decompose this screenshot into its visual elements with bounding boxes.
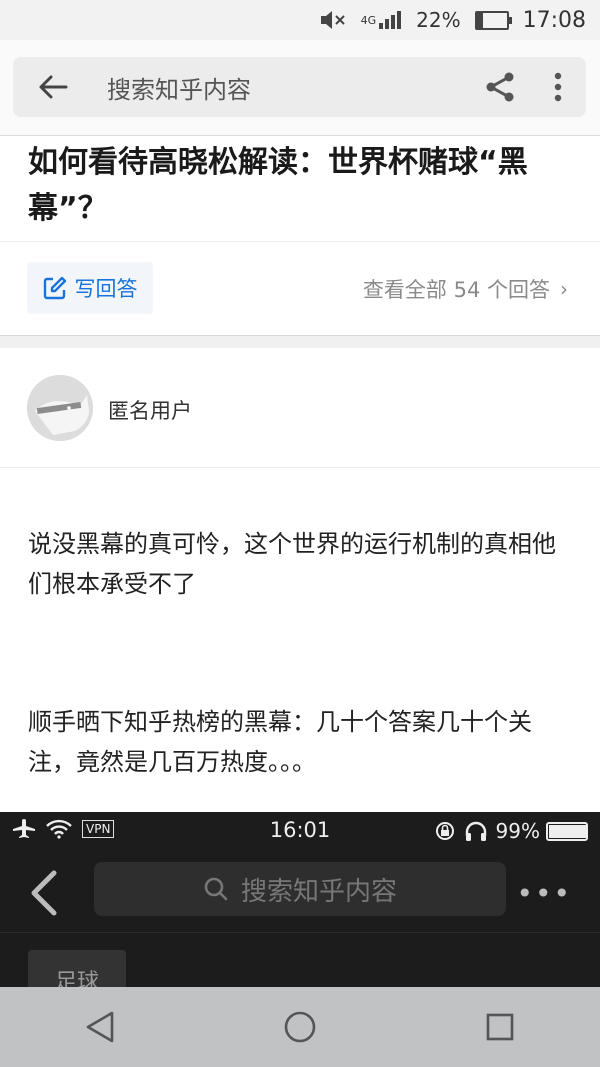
share-icon[interactable] [470,57,530,117]
battery-icon [474,10,512,30]
embedded-search-placeholder: 搜索知乎内容 [240,876,397,907]
status-bar: 4G 22% 17:08 [0,0,600,40]
avatar[interactable] [27,375,93,441]
anonymous-avatar-icon [27,375,93,441]
chevron-right-icon: › [560,277,568,301]
search-bar[interactable]: 搜索知乎内容 [13,57,586,117]
question-title[interactable]: 如何看待高晓松解读：世界杯赌球“黑幕”？ [28,140,584,232]
embedded-nav-bar: 搜索知乎内容 ••• [0,857,600,932]
chevron-left-icon [31,870,57,916]
write-answer-button[interactable]: 写回答 [27,262,153,314]
battery-percent: 22% [416,8,461,32]
headphones-icon [465,821,486,841]
embedded-status-bar: VPN 16:01 99% [0,812,600,852]
embedded-screenshot-image[interactable]: VPN 16:01 99% 搜索知乎内容 ••• 足球 [0,812,600,987]
embedded-search-bar: 搜索知乎内容 [94,862,506,916]
more-options-icon[interactable] [530,57,586,117]
nav-recents-icon[interactable] [460,987,540,1067]
search-icon [204,877,228,901]
network-type: 4G [360,13,377,27]
embedded-more-icon: ••• [516,877,572,910]
back-arrow-icon[interactable] [13,57,93,117]
rotation-lock-icon [435,822,454,840]
divider [0,467,600,468]
embedded-topic-tag: 足球 [28,950,126,987]
mute-icon [319,9,347,31]
nav-home-icon[interactable] [260,987,340,1067]
answer-paragraph: 说没黑幕的真可怜，这个世界的运行机制的真相他们根本承受不了 [28,530,556,598]
embedded-battery-percent: 99% [495,819,540,843]
view-all-label: 查看全部 54 个回答 [362,278,550,302]
author-name[interactable]: 匿名用户 [108,395,192,425]
view-all-answers-link[interactable]: 查看全部 54 个回答 › [363,274,568,304]
edit-icon [43,276,66,300]
answer-paragraph: 顺手晒下知乎热榜的黑幕：几十个答案几十个关注，竟然是几百万热度。。。 [28,708,532,776]
divider [0,932,600,933]
system-nav-bar [0,987,600,1067]
write-answer-label: 写回答 [74,277,138,301]
signal-icon: 4G [361,10,403,30]
app-bar: 搜索知乎内容 [0,40,600,136]
divider [0,241,600,242]
status-time: 17:08 [522,7,586,33]
section-separator [0,335,600,348]
nav-back-icon[interactable] [60,987,140,1067]
search-input[interactable]: 搜索知乎内容 [107,70,470,105]
embedded-battery-icon [546,821,588,841]
